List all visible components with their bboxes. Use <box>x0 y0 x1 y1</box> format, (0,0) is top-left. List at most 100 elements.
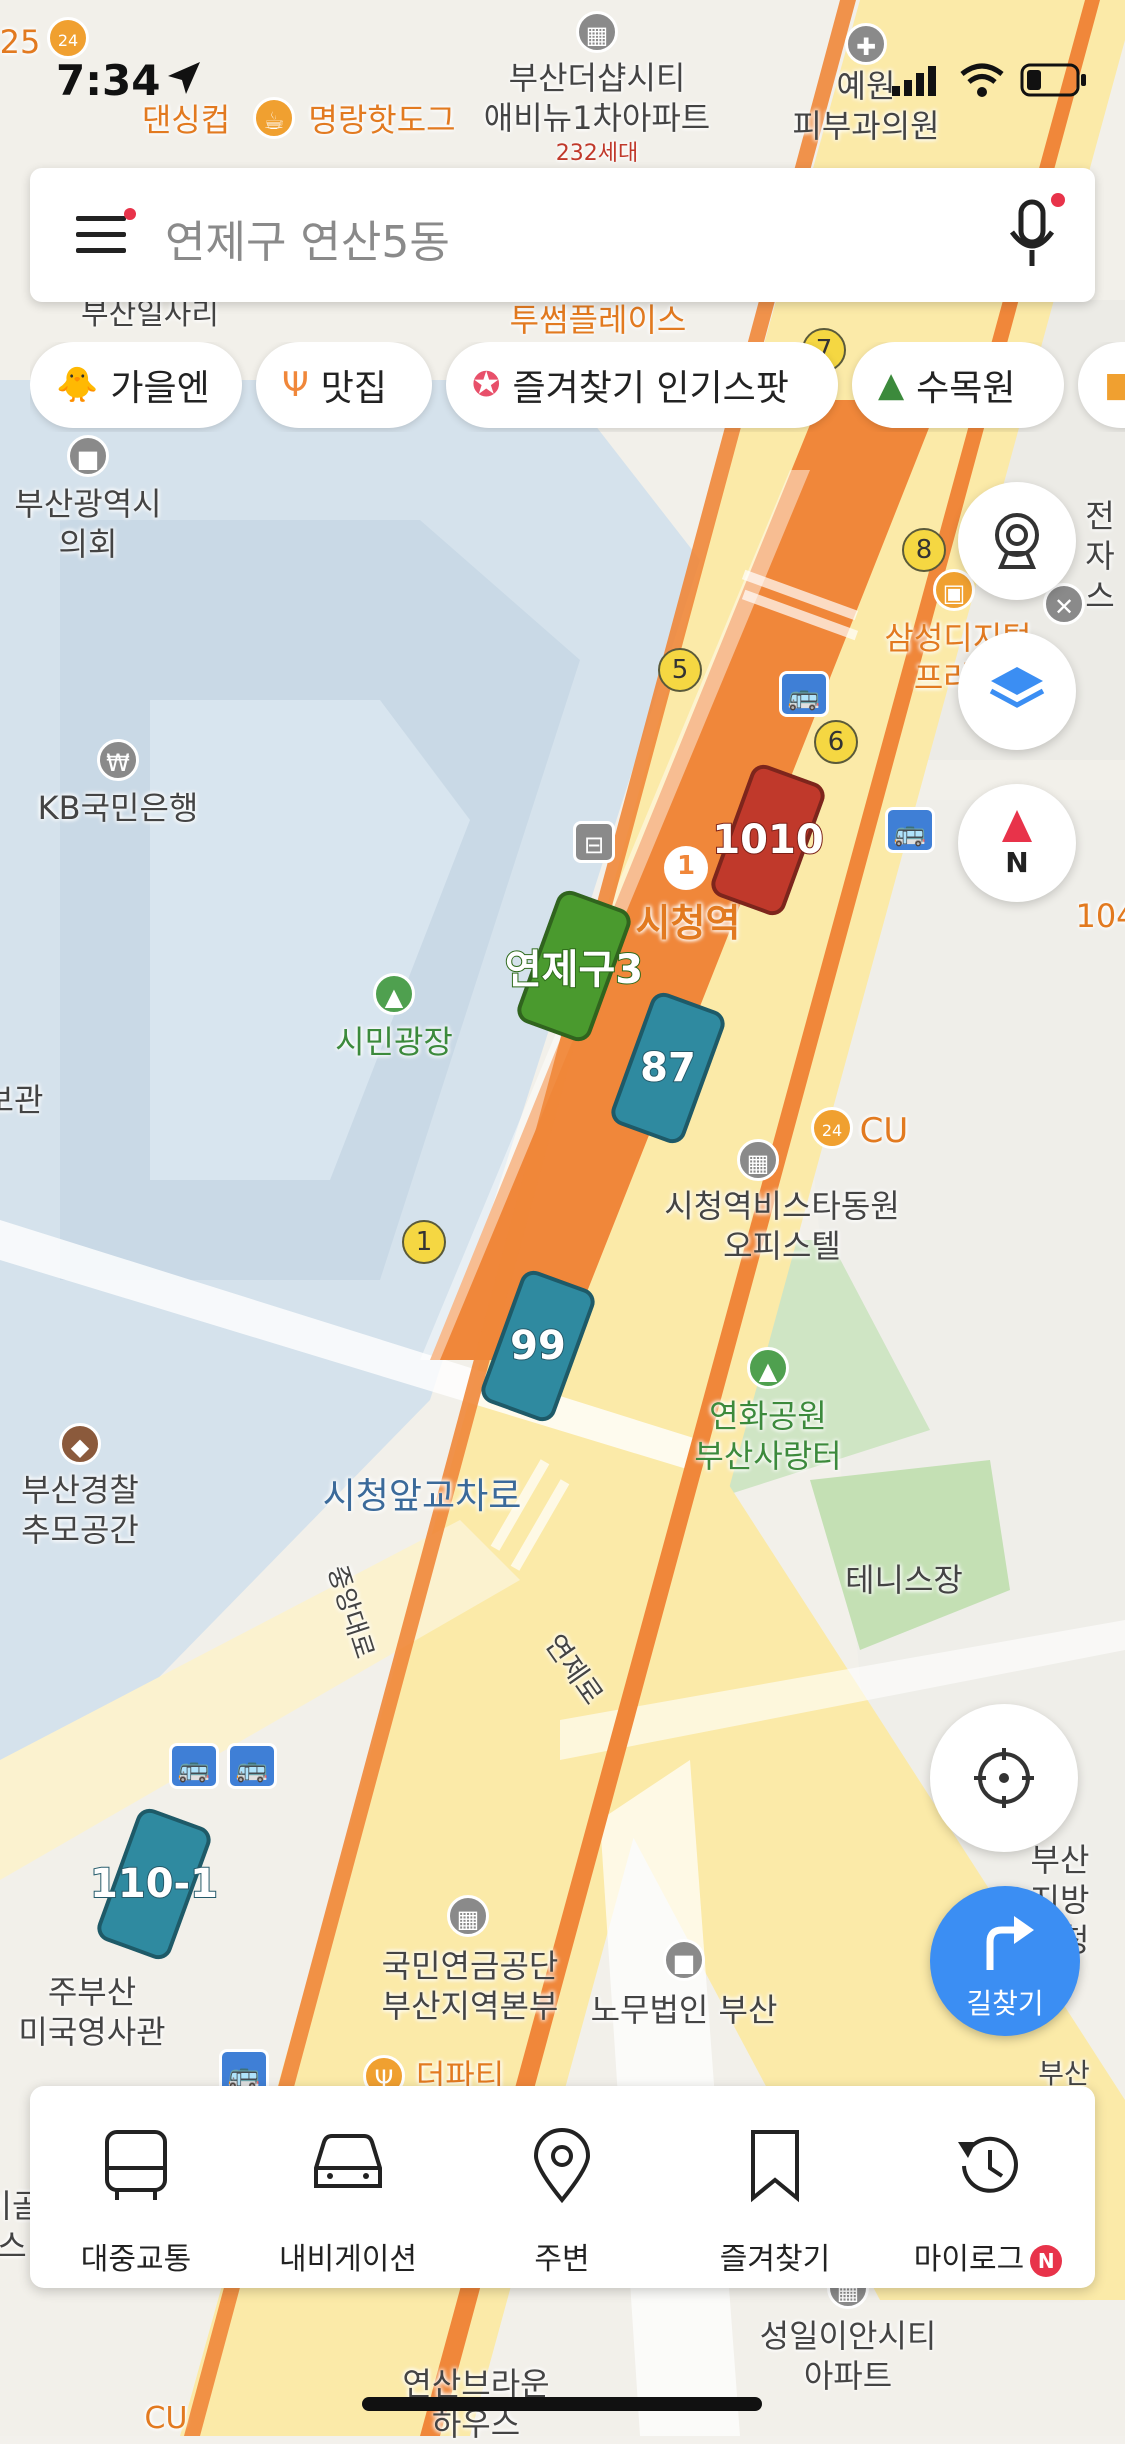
exit-number[interactable]: 6 <box>814 720 858 764</box>
chip-autumn[interactable]: 🐥 가을엔 <box>30 342 242 428</box>
map-label-left-partial: 보관 <box>0 1081 44 1119</box>
chip-restaurants[interactable]: Ψ 맛집 <box>256 342 432 428</box>
location-pin-icon <box>533 2128 591 2204</box>
bus-stop-icon[interactable]: 🚌 <box>227 1743 277 1789</box>
bus-marker-110-1[interactable]: 110-1 <box>89 1804 219 1964</box>
bus-marker-1010[interactable]: 1010 <box>707 760 829 920</box>
nav-label: 내비게이션 <box>279 2242 417 2277</box>
nav-navigation[interactable]: 내비게이션 <box>248 2086 448 2288</box>
layers-icon <box>989 667 1045 708</box>
search-input[interactable]: 연제구 연산5동 <box>165 206 450 270</box>
chip-more[interactable]: ■ <box>1078 342 1125 428</box>
map-label-crossroad: 시청앞교차로 <box>322 1476 522 1517</box>
character-icon: 🐥 <box>56 365 99 405</box>
utensils-icon: Ψ <box>282 365 309 405</box>
map-label-consulate[interactable]: 주부산 미국영사관 <box>18 1972 165 2052</box>
nav-label-text: 마이로그 <box>913 2242 1025 2277</box>
bookmark-icon <box>751 2130 799 2203</box>
exit-number[interactable]: 5 <box>658 648 702 692</box>
exit-number[interactable]: 8 <box>902 528 946 572</box>
office-icon[interactable]: ■ <box>663 1939 705 1981</box>
search-bar[interactable]: 연제구 연산5동 <box>30 168 1095 302</box>
chip-label: 즐겨찾기 인기스팟 <box>512 368 789 409</box>
convenience-store-icon[interactable]: 24 <box>811 1107 853 1149</box>
park-icon[interactable]: ▲ <box>747 1347 789 1389</box>
council-icon[interactable]: ■ <box>67 435 109 477</box>
chip-label: 수목원 <box>916 368 1016 409</box>
chip-label: 가을엔 <box>110 368 210 409</box>
chip-arboretum[interactable]: ▲ 수목원 <box>852 342 1064 428</box>
car-icon <box>314 2134 382 2188</box>
battery-icon <box>1020 63 1086 97</box>
chip-popular-spots[interactable]: ✪ 즐겨찾기 인기스팟 <box>446 342 838 428</box>
home-indicator[interactable] <box>362 2397 762 2411</box>
map-label-kb-bank[interactable]: KB국민은행 <box>38 788 199 828</box>
map-label-toosome[interactable]: 투썸플레이스 <box>510 300 687 340</box>
bus-number-label: 99 <box>509 1322 567 1370</box>
location-arrow-icon <box>168 62 200 94</box>
nav-label: 즐겨찾기 <box>719 2242 831 2277</box>
map-label-cu-bottom[interactable]: CU <box>145 2400 188 2438</box>
star-icon: ✪ <box>472 365 501 405</box>
subway-icon[interactable]: ⊟ <box>573 821 615 863</box>
map-label-police[interactable]: 부산경찰 추모공간 <box>21 1470 139 1550</box>
bus-number-label: 87 <box>639 1044 697 1092</box>
bus-number-label: 1010 <box>711 816 824 864</box>
building-icon[interactable]: ▦ <box>447 1895 489 1937</box>
new-badge: N <box>1030 2244 1063 2277</box>
wifi-icon <box>960 63 1004 97</box>
bus-stop-icon[interactable]: 🚌 <box>885 807 935 853</box>
bus-stop-icon[interactable]: 🚌 <box>169 1743 219 1789</box>
chip-label: 맛집 <box>320 368 388 409</box>
turn-right-arrow-icon <box>986 1916 1034 1970</box>
station-number-marker[interactable]: 1 <box>664 846 708 890</box>
crosshair-icon <box>974 1748 1034 1808</box>
history-icon <box>958 2136 1018 2193</box>
map-label-council[interactable]: 부산광역시 의회 <box>14 484 161 564</box>
park-icon[interactable]: ▲ <box>373 973 415 1015</box>
nav-favorites[interactable]: 즐겨찾기 <box>675 2086 875 2288</box>
status-time: 7:34 <box>56 56 161 105</box>
bus-marker-yeonje3[interactable]: 연제구3 <box>504 886 644 1046</box>
layers-button[interactable] <box>958 632 1076 750</box>
map-label-station[interactable]: 시청역 <box>636 900 741 948</box>
nav-nearby[interactable]: 주변 <box>462 2086 662 2288</box>
compass-button[interactable]: N <box>958 784 1076 902</box>
map-label-law-firm[interactable]: 노무법인 부산 <box>591 1990 778 2030</box>
cctv-button[interactable] <box>958 482 1076 600</box>
signal-icon <box>892 66 936 96</box>
compass-icon: N <box>1002 810 1032 878</box>
bus-marker-87[interactable]: 87 <box>607 988 729 1148</box>
map-label-citizen-plaza[interactable]: 시민광장 <box>335 1022 453 1062</box>
map-label-partial-right: 전자 스 <box>1085 497 1115 615</box>
nav-label: 주변 <box>534 2242 590 2277</box>
directions-label: 길찾기 <box>966 1987 1044 2020</box>
exit-number[interactable]: 1 <box>402 1220 446 1264</box>
current-location-button[interactable] <box>930 1704 1078 1852</box>
nav-public-transit[interactable]: 대중교통 <box>36 2086 236 2288</box>
bank-icon[interactable]: ₩ <box>97 739 139 781</box>
nav-label: 마이로그 N <box>888 2234 1088 2278</box>
svg-text:N: N <box>1005 846 1028 878</box>
directions-button[interactable]: 길찾기 <box>930 1886 1080 2036</box>
bus-marker-99[interactable]: 99 <box>477 1266 599 1426</box>
more-chip-icon: ■ <box>1104 365 1125 405</box>
category-chips: 🐥 가을엔 Ψ 맛집 ✪ 즐겨찾기 인기스팟 ▲ 수목원 ■ <box>30 342 1125 432</box>
map-label-seongil[interactable]: 성일이안시티 아파트 <box>760 2316 937 2396</box>
map-label-cu[interactable]: CU <box>860 1110 909 1153</box>
bus-icon <box>105 2130 167 2200</box>
memorial-icon[interactable]: ◆ <box>59 1423 101 1465</box>
map-label-tennis[interactable]: 테니스장 <box>845 1560 963 1600</box>
nav-mylog[interactable]: 마이로그 N <box>888 2086 1088 2288</box>
microphone-icon[interactable] <box>996 190 1076 280</box>
building-icon[interactable]: ▦ <box>737 1139 779 1181</box>
status-bar: 7:34 <box>0 0 1125 160</box>
map-label-vista[interactable]: 시청역비스타동원 오피스텔 <box>664 1186 900 1266</box>
map-label-yeonhwa-park[interactable]: 연화공원 부산사랑터 <box>694 1396 841 1476</box>
map-label-pension[interactable]: 국민연금공단 부산지역본부 <box>382 1946 559 2026</box>
bottom-nav: 대중교통 내비게이션 주변 즐겨찾기 마이로그 N <box>30 2086 1095 2288</box>
bus-number-label: 110-1 <box>89 1860 219 1908</box>
menu-icon[interactable] <box>74 208 136 262</box>
tree-icon: ▲ <box>878 365 905 405</box>
bus-stop-icon[interactable]: 🚌 <box>779 671 829 717</box>
